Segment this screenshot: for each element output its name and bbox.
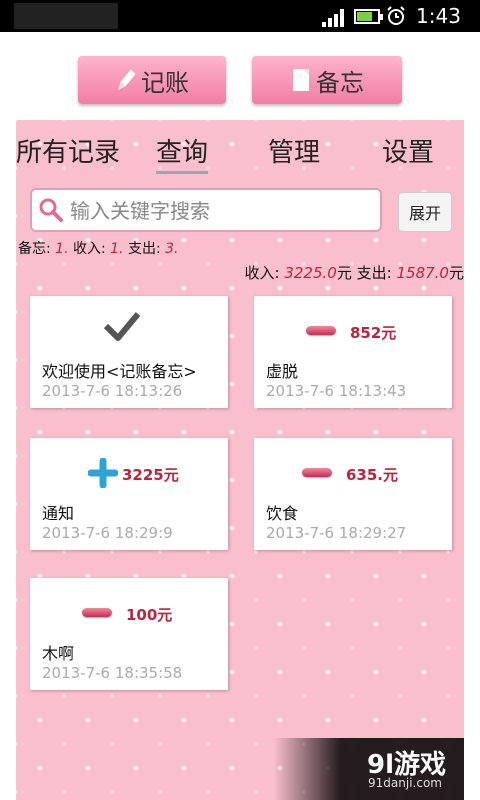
note-icon bbox=[293, 69, 309, 91]
alarm-icon bbox=[387, 6, 405, 25]
total-expense-value: 1587.0 bbox=[396, 264, 449, 282]
totals-summary: 收入: 3225.0元 支出: 1587.0元 bbox=[245, 262, 465, 283]
main-panel: 所有记录 查询 管理 设置 展开 备忘: 1. 收入: 1. 支出: 3. 收入… bbox=[16, 120, 464, 800]
income-count: 1. bbox=[110, 241, 124, 257]
minus-icon bbox=[302, 468, 332, 477]
memo-count: 1. bbox=[55, 241, 69, 257]
notification-area bbox=[14, 3, 118, 29]
memo-button[interactable]: 备忘 bbox=[252, 56, 402, 104]
income-count-label: 收入: bbox=[72, 241, 106, 257]
top-toolbar: 记账 备忘 bbox=[0, 32, 480, 120]
record-time: 2013-7-6 18:13:43 bbox=[266, 382, 407, 400]
tab-query[interactable]: 查询 bbox=[156, 132, 209, 174]
record-card[interactable]: 852元 虚脱 2013-7-6 18:13:43 bbox=[254, 296, 452, 408]
search-icon bbox=[39, 198, 63, 222]
watermark: 9l游戏 91danji.com bbox=[274, 738, 464, 800]
search-input[interactable] bbox=[68, 196, 372, 226]
total-income-label: 收入: bbox=[244, 264, 280, 282]
record-card[interactable]: 635.元 饮食 2013-7-6 18:29:27 bbox=[254, 438, 452, 550]
total-income-value: 3225.0 bbox=[284, 264, 337, 282]
record-title: 饮食 bbox=[266, 504, 299, 523]
total-expense-unit: 元 bbox=[448, 264, 464, 282]
minus-icon bbox=[306, 326, 336, 335]
bookkeeping-button[interactable]: 记账 bbox=[78, 56, 226, 104]
total-income-unit: 元 bbox=[336, 264, 352, 282]
record-card[interactable]: 100元 木啊 2013-7-6 18:35:58 bbox=[30, 578, 228, 690]
record-card[interactable]: 欢迎使用<记账备忘> 2013-7-6 18:13:26 bbox=[30, 296, 228, 408]
record-card[interactable]: 3225元 通知 2013-7-6 18:29:9 bbox=[30, 438, 228, 550]
record-time: 2013-7-6 18:13:26 bbox=[42, 382, 183, 400]
memo-label: 备忘 bbox=[316, 68, 364, 97]
signal-icon bbox=[322, 9, 348, 27]
search-box bbox=[30, 188, 382, 232]
tab-all-records[interactable]: 所有记录 bbox=[16, 132, 120, 169]
memo-count-label: 备忘: bbox=[18, 241, 51, 257]
plus-icon bbox=[88, 458, 118, 488]
status-time: 1:43 bbox=[416, 4, 461, 28]
record-count-summary: 备忘: 1. 收入: 1. 支出: 3. bbox=[18, 238, 179, 258]
record-amount: 3225元 bbox=[122, 466, 179, 484]
record-time: 2013-7-6 18:35:58 bbox=[42, 664, 183, 682]
record-title: 欢迎使用<记账备忘> bbox=[42, 362, 197, 381]
expense-count: 3. bbox=[165, 241, 179, 257]
record-title: 虚脱 bbox=[266, 362, 299, 381]
battery-icon bbox=[354, 9, 383, 24]
expand-button[interactable]: 展开 bbox=[398, 192, 452, 232]
bookkeeping-label: 记账 bbox=[141, 68, 189, 97]
record-amount: 635.元 bbox=[346, 466, 399, 484]
tab-manage[interactable]: 管理 bbox=[268, 132, 320, 169]
record-time: 2013-7-6 18:29:27 bbox=[266, 524, 407, 542]
record-title: 木啊 bbox=[42, 644, 75, 663]
record-time: 2013-7-6 18:29:9 bbox=[42, 524, 173, 542]
minus-icon bbox=[82, 608, 112, 617]
pencil-icon bbox=[118, 69, 136, 90]
record-amount: 852元 bbox=[350, 324, 397, 342]
record-title: 通知 bbox=[42, 504, 75, 523]
tab-bar: 所有记录 查询 管理 设置 bbox=[16, 120, 464, 180]
status-bar: 1:43 bbox=[0, 0, 480, 32]
record-amount: 100元 bbox=[126, 606, 173, 624]
total-expense-label: 支出: bbox=[356, 264, 392, 282]
tab-settings[interactable]: 设置 bbox=[382, 132, 434, 169]
checkmark-icon bbox=[103, 312, 141, 341]
expense-count-label: 支出: bbox=[127, 241, 161, 257]
watermark-url: 91danji.com bbox=[368, 776, 442, 790]
